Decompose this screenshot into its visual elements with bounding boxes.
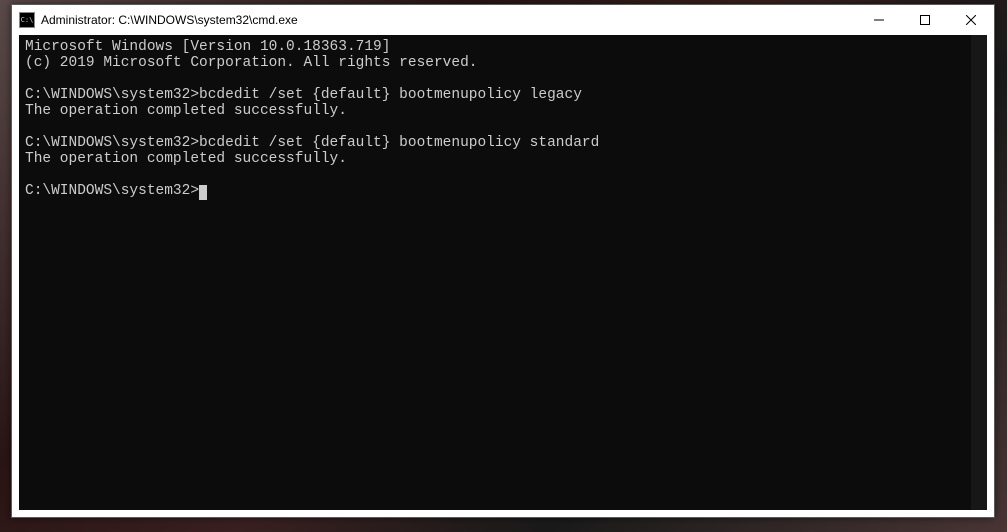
- cmd-icon-label: C:\: [21, 17, 34, 24]
- scrollbar-thumb[interactable]: [971, 35, 987, 45]
- minimize-icon: [874, 15, 884, 25]
- window-title: Administrator: C:\WINDOWS\system32\cmd.e…: [41, 13, 856, 27]
- maximize-button[interactable]: [902, 5, 948, 35]
- titlebar[interactable]: C:\ Administrator: C:\WINDOWS\system32\c…: [12, 5, 994, 35]
- terminal-output: Microsoft Windows [Version 10.0.18363.71…: [25, 39, 983, 199]
- cmd-icon: C:\: [19, 12, 35, 28]
- window-controls: [856, 5, 994, 35]
- close-icon: [966, 15, 976, 25]
- maximize-icon: [920, 15, 930, 25]
- cursor: [199, 185, 207, 200]
- minimize-button[interactable]: [856, 5, 902, 35]
- cmd-window: C:\ Administrator: C:\WINDOWS\system32\c…: [11, 4, 995, 518]
- close-button[interactable]: [948, 5, 994, 35]
- terminal-body[interactable]: Microsoft Windows [Version 10.0.18363.71…: [19, 35, 987, 510]
- scrollbar[interactable]: [971, 35, 987, 510]
